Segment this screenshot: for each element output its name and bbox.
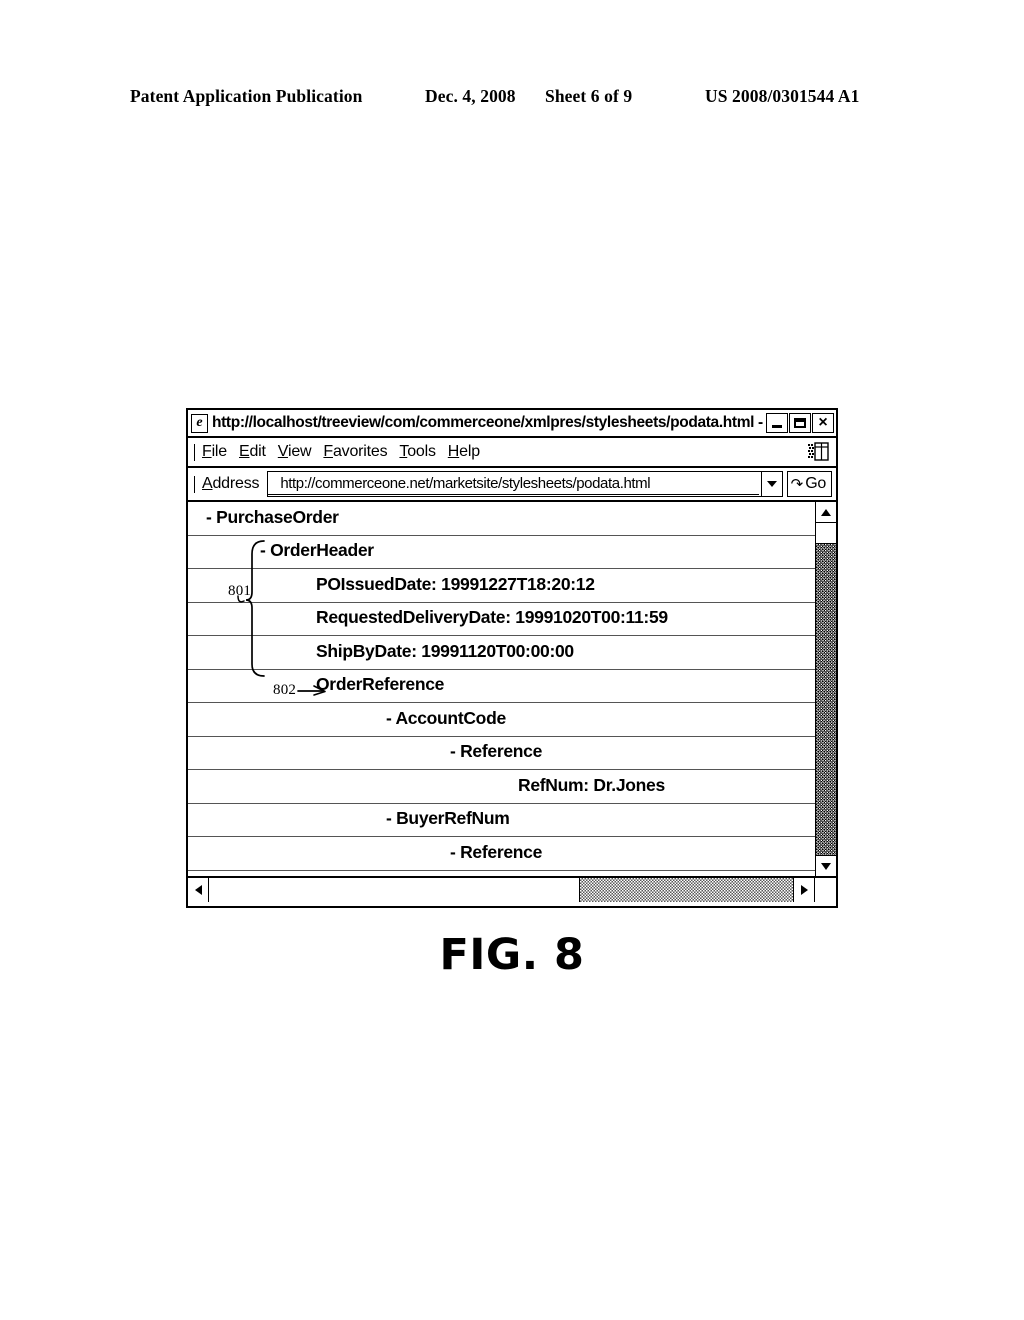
window-title: http://localhost/treeview/com/commerceon… [212,414,766,431]
tree-row[interactable]: - OrderHeader [188,536,815,569]
browser-logo-icon [807,442,829,462]
close-icon: × [818,414,828,431]
scroll-down-button[interactable] [816,855,836,876]
menu-grip[interactable] [194,443,195,461]
menu-item-tools[interactable]: Tools [399,443,436,461]
window-titlebar[interactable]: e http://localhost/treeview/com/commerce… [188,410,836,438]
tree-row-label: OrderReference [316,674,445,694]
menu-item-help[interactable]: Help [448,443,480,461]
scroll-down-arrow-icon [821,862,831,870]
tree-row[interactable]: RefNum: Dr.Jones [188,770,815,804]
tree-row[interactable]: - AccountCode [188,703,815,737]
tree-row-label: - PurchaseOrder [206,506,339,527]
tree-row-label: ShipByDate: 19991120T00:00:00 [316,640,574,661]
address-dropdown-button[interactable] [760,472,782,496]
tree-row-label: - AccountCode [386,707,506,728]
tree-row[interactable]: ShipByDate: 19991120T00:00:00 [188,636,815,670]
callout-label-801: 801 [228,583,252,599]
tree-row[interactable]: RequestedDeliveryDate: 19991020T00:11:59 [188,603,815,636]
scroll-left-arrow-icon [194,885,202,895]
ie-logo-icon: e [191,413,208,433]
address-input-wrapper[interactable]: http://commerceone.net/marketsite/styles… [267,471,783,497]
minimize-icon [772,424,782,428]
horizontal-scrollbar-thumb[interactable] [209,878,580,902]
menu-item-view[interactable]: View [278,443,312,461]
browser-window: e http://localhost/treeview/com/commerce… [186,408,838,908]
close-button[interactable]: × [812,413,834,433]
tree-row[interactable]: - PurchaseOrder [188,502,815,536]
scroll-up-button[interactable] [816,502,836,523]
scroll-up-arrow-icon [821,508,831,516]
scroll-left-button[interactable] [188,878,209,902]
address-label: Address [202,475,260,492]
tree-row[interactable]: POIssuedDate: 19991227T18:20:12 [188,569,815,603]
figure-caption: FIG. 8 [439,930,585,980]
tree-row-label: RequestedDeliveryDate: 19991020T00:11:59 [316,607,668,627]
publication-date: Dec. 4, 2008 [425,86,516,106]
menu-label-view: iew [287,443,312,460]
vertical-scrollbar-track[interactable] [816,544,836,855]
maximize-button[interactable] [789,413,811,433]
go-button[interactable]: ↷ Go [786,471,832,497]
minimize-button[interactable] [766,413,788,433]
tree-row-label: POIssuedDate: 19991227T18:20:12 [316,573,595,594]
callout-label-802: 802 [273,682,297,698]
go-arrow-icon: ↷ [790,474,804,493]
tree-row-label: - OrderHeader [260,540,374,560]
menu-item-file[interactable]: File [202,443,227,461]
scrollbar-corner [814,878,836,902]
address-grip[interactable] [194,475,195,493]
window-controls: × [766,413,836,433]
address-label-text: ddress [212,475,260,492]
go-button-label: Go [805,475,826,492]
menu-label-file: ile [211,443,228,460]
menu-item-favorites[interactable]: Favorites [323,443,387,461]
vertical-scrollbar-thumb[interactable] [816,523,836,544]
menu-label-help: elp [459,443,480,460]
publication-label: Patent Application Publication [130,86,363,106]
maximize-icon [794,418,806,428]
tree-row-label: - BuyerRefNum [386,808,510,828]
sheet-number: Sheet 6 of 9 [545,86,633,106]
menu-label-tools: ools [407,443,436,460]
tree-row[interactable]: - Reference [188,737,815,770]
tree-row[interactable]: - Reference [188,837,815,871]
tree-row-label: - Reference [450,841,543,862]
menu-item-edit[interactable]: Edit [239,443,266,461]
scroll-right-arrow-icon [800,885,808,895]
patent-number: US 2008/0301544 A1 [705,86,860,106]
horizontal-scrollbar-track[interactable] [580,878,793,902]
tree-row-label: RefNum: Dr.Jones [518,774,665,795]
tree-row-label: - Reference [450,741,543,761]
horizontal-scrollbar[interactable] [188,876,836,902]
vertical-scrollbar[interactable] [815,502,836,876]
menu-label-favorites: avorites [332,443,388,460]
scroll-right-button[interactable] [793,878,814,902]
address-input[interactable]: http://commerceone.net/marketsite/styles… [268,473,759,495]
patent-page-header: Patent Application Publication Dec. 4, 2… [130,86,895,110]
menu-label-edit: dit [249,443,266,460]
address-bar: Address http://commerceone.net/marketsit… [188,468,836,502]
menu-bar: File Edit View Favorites Tools Help [188,438,836,468]
tree-row[interactable]: - BuyerRefNum [188,804,815,837]
chevron-down-icon [766,481,777,487]
